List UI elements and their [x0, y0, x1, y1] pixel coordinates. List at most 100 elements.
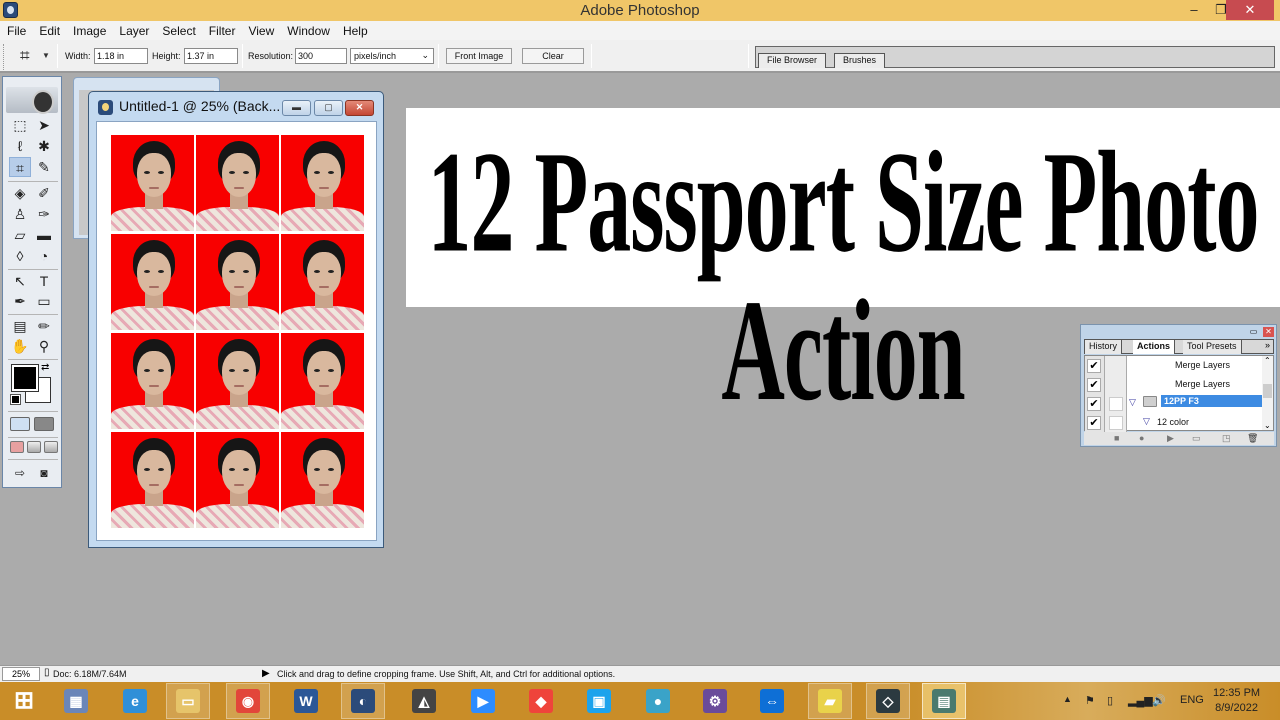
palette-close-icon[interactable]: ✕ — [1263, 327, 1274, 337]
menu-filter[interactable]: Filter — [209, 24, 236, 38]
scroll-thumb[interactable] — [1263, 384, 1272, 398]
slice-tool-icon[interactable]: ✎ — [33, 157, 55, 177]
taskbar-sticky-notes[interactable]: ▰ — [808, 683, 852, 719]
play-icon[interactable]: ▶ — [1167, 433, 1174, 444]
status-menu-arrow-icon[interactable]: ▶ — [262, 668, 270, 679]
shape-tool-icon[interactable]: ▭ — [33, 291, 55, 311]
width-field[interactable]: 1.18 in — [94, 48, 148, 64]
photoshop-logo[interactable] — [6, 87, 58, 114]
action-row[interactable]: ✔ Merge Layers — [1085, 375, 1265, 394]
standard-screen-mode-icon[interactable] — [10, 441, 24, 453]
taskbar-calculator[interactable]: ▦ — [54, 683, 98, 719]
palette-menu-icon[interactable]: » — [1265, 340, 1270, 350]
tab-tool-presets[interactable]: Tool Presets — [1183, 340, 1242, 354]
palette-minimize-icon[interactable]: ▭ — [1248, 327, 1259, 337]
resolution-field[interactable]: 300 — [295, 48, 347, 64]
minimize-button[interactable]: – — [1180, 0, 1208, 20]
taskbar-chrome[interactable]: ◉ — [226, 683, 270, 719]
record-icon[interactable]: ● — [1139, 433, 1144, 443]
magic-wand-tool-icon[interactable]: ✱ — [33, 136, 55, 156]
clear-button[interactable]: Clear — [522, 48, 584, 64]
menu-select[interactable]: Select — [162, 24, 195, 38]
stop-icon[interactable]: ■ — [1114, 433, 1119, 443]
clone-stamp-tool-icon[interactable]: ♙ — [9, 204, 31, 224]
path-selection-tool-icon[interactable]: ↖ — [9, 271, 31, 291]
expand-triangle-icon[interactable]: ▽ — [1129, 397, 1136, 408]
menu-file[interactable]: File — [7, 24, 26, 38]
action-center-flag-icon[interactable]: ⚑ — [1085, 694, 1095, 707]
options-bar-grip[interactable] — [3, 44, 5, 70]
marquee-tool-icon[interactable]: ⬚ — [9, 115, 31, 135]
dialog-toggle[interactable] — [1109, 397, 1123, 411]
zoom-level-field[interactable]: 25% — [2, 667, 40, 681]
menu-image[interactable]: Image — [73, 24, 106, 38]
taskbar-file-explorer[interactable]: ▭ — [166, 683, 210, 719]
menu-window[interactable]: Window — [287, 24, 330, 38]
trash-icon[interactable]: 🗑 — [1247, 433, 1258, 444]
menu-edit[interactable]: Edit — [39, 24, 60, 38]
quick-mask-mode-icon[interactable] — [34, 417, 54, 431]
taskbar-start[interactable]: ⊞ — [2, 683, 46, 719]
tab-history[interactable]: History — [1085, 340, 1123, 354]
taskbar-rec-app[interactable]: ● — [636, 683, 680, 719]
taskbar-screen-recorder[interactable]: ▣ — [577, 683, 621, 719]
notes-tool-icon[interactable]: ▤ — [9, 316, 31, 336]
document-size[interactable]: Doc: 6.18M/7.64M — [53, 669, 127, 679]
height-field[interactable]: 1.37 in — [184, 48, 238, 64]
jump-to-imageready-icon[interactable]: ⇨ — [9, 463, 31, 483]
taskbar-word[interactable]: W — [284, 683, 328, 719]
document-maximize-button[interactable]: ▢ — [314, 100, 343, 116]
eraser-tool-icon[interactable]: ▱ — [9, 225, 31, 245]
checkmark-icon[interactable]: ✔ — [1087, 378, 1101, 392]
taskbar-anydesk[interactable]: ◆ — [519, 683, 563, 719]
scroll-down-icon[interactable]: ⌄ — [1264, 421, 1271, 430]
expand-triangle-icon[interactable]: ▽ — [1143, 416, 1150, 427]
checkmark-icon[interactable]: ✔ — [1087, 359, 1101, 373]
lasso-tool-icon[interactable]: ℓ — [9, 136, 31, 156]
foreground-color-swatch[interactable] — [11, 364, 39, 392]
zoom-tool-icon[interactable]: ⚲ — [33, 336, 55, 356]
hand-tool-icon[interactable]: ✋ — [9, 336, 31, 356]
full-screen-menu-mode-icon[interactable] — [27, 441, 41, 453]
tab-actions[interactable]: Actions — [1133, 340, 1176, 354]
blur-tool-icon[interactable]: ◊ — [9, 246, 31, 266]
network-signal-icon[interactable]: ▂▄▆ — [1128, 694, 1153, 707]
taskbar-active-window[interactable]: ▤ — [922, 683, 966, 719]
language-indicator[interactable]: ENG — [1180, 694, 1204, 706]
volume-icon[interactable]: 🔊 — [1152, 694, 1166, 707]
taskbar-zoom[interactable]: ▶ — [461, 683, 505, 719]
eyedropper-tool-icon[interactable]: ✏ — [33, 316, 55, 336]
taskbar-scanner[interactable]: ◭ — [402, 683, 446, 719]
close-button[interactable]: ✕ — [1226, 0, 1274, 20]
checkmark-icon[interactable]: ✔ — [1087, 416, 1101, 430]
new-set-icon[interactable]: ▭ — [1192, 433, 1201, 444]
action-row[interactable]: ✔ ▽ 12 color — [1085, 413, 1265, 432]
front-image-button[interactable]: Front Image — [446, 48, 512, 64]
battery-icon[interactable]: ▯ — [1107, 694, 1113, 707]
healing-brush-tool-icon[interactable]: ◈ — [9, 183, 31, 203]
taskbar-photoshop[interactable]: ◐ — [341, 683, 385, 719]
crop-tool-icon[interactable]: ⌗ — [9, 157, 31, 177]
full-screen-mode-icon[interactable] — [44, 441, 58, 453]
type-tool-icon[interactable]: T — [33, 271, 55, 291]
menu-help[interactable]: Help — [343, 24, 368, 38]
menu-view[interactable]: View — [248, 24, 274, 38]
pen-tool-icon[interactable]: ✒ — [9, 291, 31, 311]
swap-colors-icon[interactable]: ⇄ — [41, 362, 49, 373]
brush-tool-icon[interactable]: ✐ — [33, 183, 55, 203]
action-set-row[interactable]: ✔ ▽ 12PP F3 — [1085, 394, 1265, 413]
tool-preset-dropdown-icon[interactable]: ▼ — [42, 51, 50, 60]
imageready-icon[interactable]: ◙ — [33, 463, 55, 483]
menu-layer[interactable]: Layer — [119, 24, 149, 38]
actions-scrollbar[interactable]: ⌃ ⌄ — [1262, 356, 1273, 430]
move-tool-icon[interactable]: ➤ — [33, 115, 55, 135]
action-row[interactable]: ✔ Merge Layers — [1085, 356, 1265, 375]
taskbar-game-app[interactable]: ⚙ — [693, 683, 737, 719]
tab-brushes[interactable]: Brushes — [834, 53, 886, 68]
new-action-icon[interactable]: ◳ — [1222, 433, 1231, 444]
crop-icon[interactable]: ⌗ — [20, 46, 30, 66]
tab-file-browser[interactable]: File Browser — [758, 53, 827, 68]
document-close-button[interactable]: ✕ — [345, 100, 374, 116]
dialog-toggle[interactable] — [1109, 416, 1123, 430]
checkmark-icon[interactable]: ✔ — [1087, 397, 1101, 411]
